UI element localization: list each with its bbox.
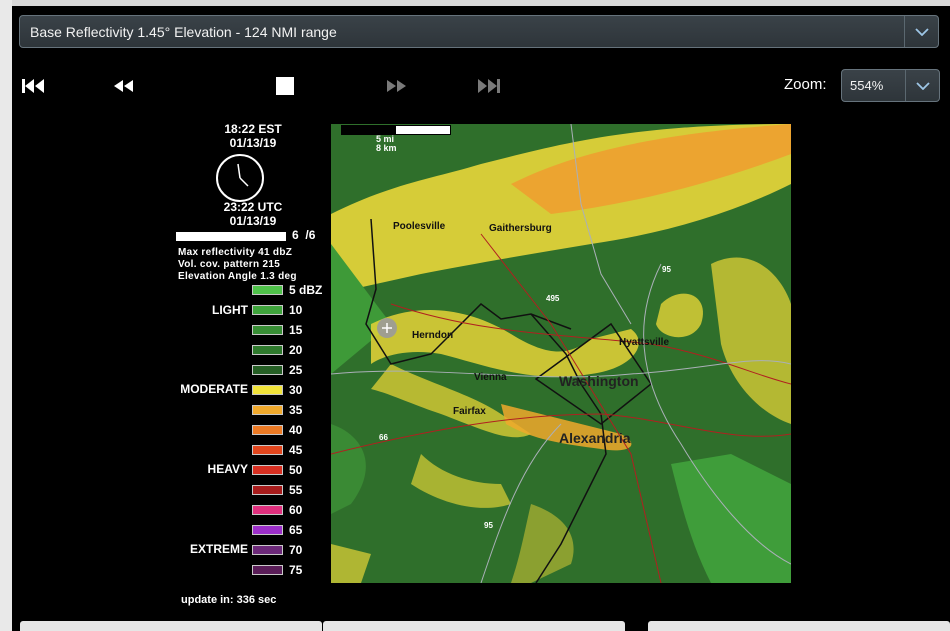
bottom-panel-tab[interactable] <box>20 621 322 631</box>
legend-swatch <box>252 525 283 535</box>
legend-item: 20 <box>252 343 303 357</box>
legend-label: 75 <box>289 563 303 577</box>
clock-icon <box>216 154 264 202</box>
city-label: Gaithersburg <box>489 223 552 234</box>
route-shield-label: 495 <box>546 294 560 303</box>
city-label: Hyattsville <box>619 337 670 348</box>
route-shield-label: 95 <box>484 521 493 530</box>
frame-current: 6 <box>292 228 299 242</box>
window-top-border <box>0 0 950 6</box>
scale-km: 8 km <box>376 143 397 153</box>
utc-date: 01/13/19 <box>229 214 277 228</box>
legend-swatch <box>252 405 283 415</box>
legend-item: 50 <box>252 463 303 477</box>
max-reflectivity: Max reflectivity 41 dbZ <box>178 247 293 258</box>
radar-metadata: Max reflectivity 41 dbZ Vol. cov. patter… <box>178 247 297 283</box>
legend-category-light: LIGHT <box>212 303 248 317</box>
legend-swatch <box>252 285 283 295</box>
legend-swatch <box>252 345 283 355</box>
legend-label: 60 <box>289 503 303 517</box>
radar-imagery <box>331 124 791 583</box>
legend-swatch <box>252 565 283 575</box>
zoom-label: Zoom: <box>784 76 827 93</box>
legend-label: 55 <box>289 483 303 497</box>
city-label: Fairfax <box>453 406 486 417</box>
legend-item: 30 <box>252 383 303 397</box>
legend-swatch <box>252 305 283 315</box>
map-scale-labels: 5 mi 8 km <box>376 135 397 153</box>
stop-icon[interactable] <box>275 76 295 96</box>
legend-label: 20 <box>289 343 303 357</box>
legend-label: 50 <box>289 463 303 477</box>
legend-swatch <box>252 465 283 475</box>
legend-item: 65 <box>252 523 303 537</box>
legend-swatch <box>252 385 283 395</box>
legend-label: 35 <box>289 403 303 417</box>
local-time: 18:22 EST <box>224 122 282 136</box>
legend-item: 40 <box>252 423 303 437</box>
zoom-value: 554% <box>850 78 884 93</box>
legend-item: 35 <box>252 403 303 417</box>
bottom-panel-tab[interactable] <box>648 621 950 631</box>
local-date: 01/13/19 <box>229 136 277 150</box>
legend-label: 70 <box>289 543 303 557</box>
legend-label: 25 <box>289 363 303 377</box>
legend-swatch <box>252 545 283 555</box>
legend-item: 70 <box>252 543 303 557</box>
route-shield-label: 95 <box>662 265 671 274</box>
update-countdown: update in: 336 sec <box>181 594 277 606</box>
utc-time: 23:22 UTC <box>223 200 283 214</box>
legend-item: 15 <box>252 323 303 337</box>
map-scale-bar <box>341 125 451 135</box>
city-label: Poolesville <box>393 221 446 232</box>
radar-map[interactable]: 5 mi 8 km Poolesville Gaithersburg Hernd… <box>331 124 791 583</box>
legend-swatch <box>252 365 283 375</box>
step-forward-icon[interactable] <box>385 76 409 96</box>
product-select-value: Base Reflectivity 1.45° Elevation - 124 … <box>30 23 337 40</box>
volume-coverage-pattern: Vol. cov. pattern 215 <box>178 259 281 270</box>
legend-category-heavy: HEAVY <box>207 462 248 476</box>
legend-label: 15 <box>289 323 303 337</box>
city-label: Vienna <box>474 372 507 383</box>
frame-progress-bar <box>176 232 286 241</box>
legend-item: 25 <box>252 363 303 377</box>
frame-total: /6 <box>305 228 316 242</box>
city-label: Herndon <box>412 330 454 341</box>
city-label: Alexandria <box>559 430 631 446</box>
legend-item: 10 <box>252 303 303 317</box>
bottom-panel-tab[interactable] <box>323 621 625 631</box>
step-back-icon[interactable] <box>111 76 135 96</box>
legend-item: 5 dBZ <box>252 283 323 297</box>
legend-category-extreme: EXTREME <box>189 542 248 556</box>
legend-item: 45 <box>252 443 303 457</box>
skip-to-first-icon[interactable] <box>20 76 46 96</box>
skip-to-last-icon[interactable] <box>476 76 502 96</box>
chevron-down-icon[interactable] <box>905 70 939 101</box>
legend-label: 40 <box>289 423 303 437</box>
legend-label: 10 <box>289 303 303 317</box>
legend-swatch <box>252 445 283 455</box>
frame-counter: 6 /6 <box>292 228 315 242</box>
zoom-select[interactable]: 554% <box>841 69 940 102</box>
legend-label: 65 <box>289 523 303 537</box>
legend-swatch <box>252 505 283 515</box>
legend-item: 75 <box>252 563 303 577</box>
legend-swatch <box>252 325 283 335</box>
chevron-down-icon[interactable] <box>904 16 938 47</box>
legend-label: 5 dBZ <box>289 283 323 297</box>
legend-item: 55 <box>252 483 303 497</box>
legend-swatch <box>252 485 283 495</box>
legend-label: 30 <box>289 383 303 397</box>
legend-swatch <box>252 425 283 435</box>
product-select[interactable]: Base Reflectivity 1.45° Elevation - 124 … <box>19 15 939 48</box>
elevation-angle: Elevation Angle 1.3 deg <box>178 271 297 282</box>
city-label: Washington <box>559 373 639 389</box>
legend-label: 45 <box>289 443 303 457</box>
legend-item: 60 <box>252 503 303 517</box>
route-shield-label: 66 <box>379 433 388 442</box>
legend-category-moderate: MODERATE <box>180 382 248 396</box>
